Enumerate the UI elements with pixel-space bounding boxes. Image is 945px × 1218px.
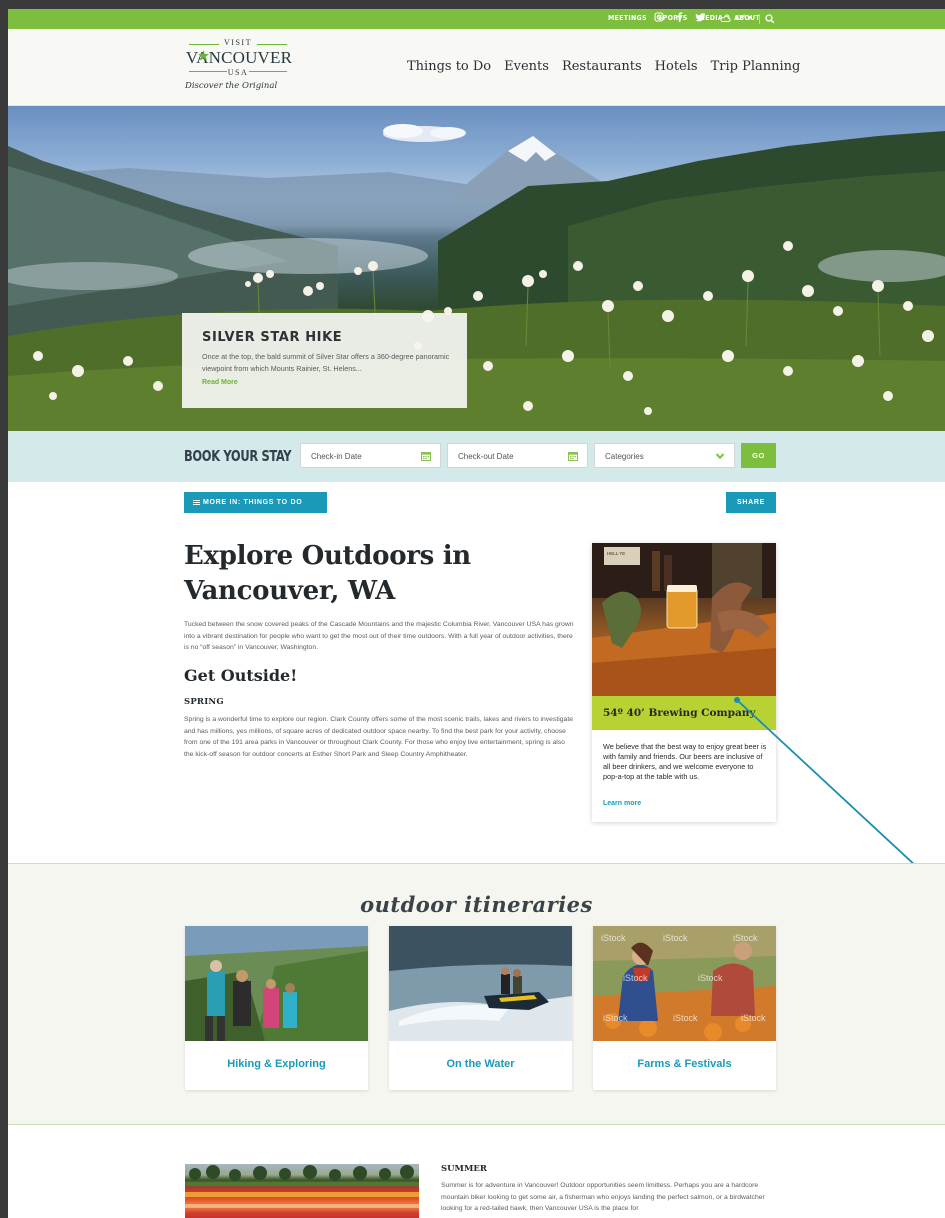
site-header: VISIT VANCOUVER USA Discover the Origina… <box>8 29 945 106</box>
spring-heading: SPRING <box>184 697 224 707</box>
farms-image: iStock iStock iStock iStock iStock iStoc… <box>593 926 776 1041</box>
main-nav: Things to Do Events Restaurants Hotels T… <box>407 59 800 74</box>
facebook-icon[interactable] <box>676 12 683 22</box>
hero-read-more-link[interactable]: Read More <box>202 379 447 386</box>
social-links <box>654 12 706 22</box>
window-frame-top <box>0 0 945 9</box>
menu-icon <box>193 499 200 506</box>
checkin-date-field[interactable]: Check-in Date <box>300 443 441 468</box>
itinerary-tile-farms[interactable]: iStock iStock iStock iStock iStock iStoc… <box>593 926 776 1090</box>
nav-item-events[interactable]: Events <box>504 59 549 74</box>
chevron-down-icon <box>715 453 725 460</box>
page-title: Explore Outdoors in Vancouver, WA <box>184 541 471 606</box>
logo-usa: USA <box>227 68 249 77</box>
card-description: We believe that the best way to enjoy gr… <box>603 742 767 781</box>
search-icon[interactable] <box>765 13 775 25</box>
nav-item-trip-planning[interactable]: Trip Planning <box>711 59 801 74</box>
categories-placeholder: Categories <box>605 452 644 461</box>
share-button[interactable]: SHARE <box>726 492 776 513</box>
window-frame-left <box>0 0 8 1218</box>
book-your-stay-bar: BOOK YOUR STAY Check-in Date Check-out D… <box>8 431 945 482</box>
twitter-icon[interactable] <box>695 12 706 22</box>
logo-visit: VISIT <box>224 38 252 47</box>
intro-paragraph: Tucked between the snow covered peaks of… <box>184 621 574 651</box>
utility-divider <box>759 14 760 24</box>
logo-tagline: Discover the Original <box>185 81 278 91</box>
section-heading: Get Outside! <box>184 666 298 685</box>
card-title-band: 54º 40’ Brewing Company <box>592 696 776 730</box>
watermark-text: iStock <box>601 933 626 943</box>
nav-item-things-to-do[interactable]: Things to Do <box>407 59 491 74</box>
checkin-placeholder: Check-in Date <box>311 452 362 461</box>
calendar-icon <box>568 452 578 461</box>
instagram-icon[interactable] <box>654 12 664 22</box>
featured-business-card[interactable]: HELL YE 54º 40’ Brewing Company We belie… <box>592 543 776 822</box>
brewery-image: HELL YE <box>592 543 776 696</box>
spring-paragraph: Spring is a wonderful time to explore ou… <box>184 716 573 758</box>
itinerary-tile-hiking[interactable]: Hiking & Exploring <box>185 926 368 1090</box>
nav-item-hotels[interactable]: Hotels <box>655 59 698 74</box>
card-learn-more-link[interactable]: Learn more <box>603 800 641 807</box>
go-button[interactable]: GO <box>741 443 776 468</box>
site-logo[interactable]: VISIT VANCOUVER USA Discover the Origina… <box>183 37 303 99</box>
outdoor-itineraries-section: outdoor itineraries Hiking & Exploring O… <box>8 863 945 1125</box>
summer-paragraph: Summer is for adventure in Vancouver! Ou… <box>441 1182 765 1212</box>
star-icon <box>198 50 209 61</box>
itinerary-label: Farms & Festivals <box>637 1058 732 1070</box>
hiking-image <box>185 926 368 1041</box>
watermark-text: iStock <box>733 933 758 943</box>
partly-cloudy-icon <box>720 14 731 23</box>
itineraries-title: outdoor itineraries <box>360 892 593 917</box>
hero-text: Once at the top, the bald summit of Silv… <box>202 352 450 373</box>
calendar-icon <box>421 452 431 461</box>
utility-bar: MEETINGS SPORTS MEDIA ABOUT 62° ▾ <box>8 9 945 29</box>
watermark-text: iStock <box>623 973 648 983</box>
brewery-sign-text: HELL YE <box>607 551 625 556</box>
summer-image <box>185 1164 419 1218</box>
book-your-stay-label: BOOK YOUR STAY <box>184 447 292 465</box>
card-title: 54º 40’ Brewing Company <box>603 707 756 719</box>
more-in-button[interactable]: MORE IN: THINGS TO DO <box>184 492 327 513</box>
summer-heading: SUMMER <box>441 1164 487 1174</box>
utility-link-meetings[interactable]: MEETINGS <box>608 14 647 22</box>
checkout-placeholder: Check-out Date <box>458 452 514 461</box>
weather-widget[interactable]: 62° ▾ <box>720 14 752 23</box>
weather-caret-icon: ▾ <box>747 15 752 22</box>
hero-image <box>8 124 945 431</box>
watermark-text: iStock <box>603 1013 628 1023</box>
watermark-text: iStock <box>673 1013 698 1023</box>
itinerary-tile-water[interactable]: On the Water <box>389 926 572 1090</box>
page: MEETINGS SPORTS MEDIA ABOUT 62° ▾ VISIT … <box>8 9 945 1218</box>
brewery-photo: HELL YE <box>592 543 776 696</box>
nav-item-restaurants[interactable]: Restaurants <box>562 59 642 74</box>
water-image <box>389 926 572 1041</box>
itinerary-label: Hiking & Exploring <box>227 1058 326 1070</box>
watermark-text: iStock <box>663 933 688 943</box>
hero-title: SILVER STAR HIKE <box>202 330 343 345</box>
watermark-text: iStock <box>741 1013 766 1023</box>
itinerary-label: On the Water <box>446 1058 515 1070</box>
hero-feature-card: SILVER STAR HIKE Once at the top, the ba… <box>182 313 467 408</box>
categories-select[interactable]: Categories <box>594 443 735 468</box>
weather-temp: 62° <box>734 15 746 22</box>
checkout-date-field[interactable]: Check-out Date <box>447 443 588 468</box>
more-in-label: MORE IN: THINGS TO DO <box>203 499 303 506</box>
watermark-text: iStock <box>698 973 723 983</box>
hero-banner: SILVER STAR HIKE Once at the top, the ba… <box>8 106 945 431</box>
